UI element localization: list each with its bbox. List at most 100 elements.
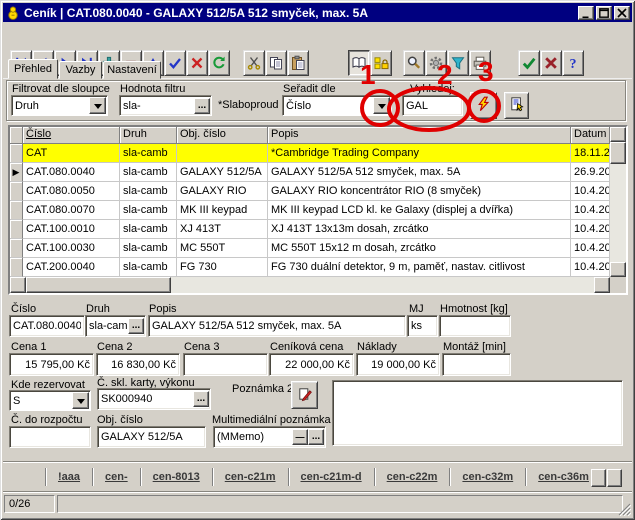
bottom-link[interactable]: cen-c22m — [387, 471, 438, 483]
table-row[interactable]: CAT.080.0050sla-cambGALAXY RIOGALAXY RIO… — [10, 182, 610, 201]
row-marker — [10, 144, 23, 163]
cell-obj: GALAXY 512/5A — [177, 163, 268, 182]
copy-button[interactable] — [265, 50, 287, 76]
row-marker: ▶ — [10, 163, 23, 182]
bottom-link[interactable]: !aaa — [58, 471, 80, 483]
mmemo-clear-button[interactable] — [292, 429, 308, 445]
cena1-field[interactable] — [9, 353, 94, 376]
horizontal-scrollbar[interactable] — [10, 277, 610, 293]
lightning-icon — [476, 96, 492, 115]
scroll-down-button[interactable] — [610, 262, 626, 277]
book-view-button[interactable] — [348, 50, 370, 76]
poznamka2-textarea[interactable] — [332, 380, 623, 446]
kde-rezervovat-combo[interactable]: S — [9, 390, 91, 411]
hmotnost-label: Hmotnost [kg] — [440, 303, 508, 315]
cenikova-cena-field[interactable] — [269, 353, 354, 376]
cena3-field[interactable] — [183, 353, 268, 376]
scroll-right-button[interactable] — [594, 277, 610, 293]
title-bar[interactable]: Ceník | CAT.080.0040 - GALAXY 512/5A 512… — [3, 3, 632, 22]
cell-datum: 10.4.20 — [571, 220, 610, 239]
skl-karty-field[interactable]: SK000940 — [97, 388, 211, 410]
filter-value-ellipsis-button[interactable] — [194, 98, 210, 114]
druh-field[interactable]: sla-camb — [85, 315, 146, 337]
grid-body: CATsla-camb*Cambridge Trading Company18.… — [10, 144, 610, 277]
cell-popis: MK III keypad LCD kl. ke Galaxy (displej… — [268, 201, 571, 220]
grid-column-header[interactable]: Datum — [571, 127, 610, 144]
tab-vazby[interactable]: Vazby — [59, 61, 102, 79]
filter-column-dropdown-button[interactable] — [89, 97, 106, 114]
sort-dropdown-button[interactable] — [373, 97, 390, 114]
popis-field[interactable] — [148, 315, 406, 337]
cena2-field[interactable] — [96, 353, 180, 376]
grid-column-header[interactable]: Druh — [120, 127, 177, 144]
minimize-button[interactable] — [578, 6, 594, 20]
close-cancel-button[interactable] — [540, 50, 562, 76]
bottom-link[interactable]: cen-c36m — [538, 471, 589, 483]
print-button[interactable] — [469, 50, 491, 76]
post-edit-button[interactable] — [164, 50, 186, 76]
grid-column-header[interactable]: Popis — [268, 127, 571, 144]
table-row[interactable]: CAT.080.0070sla-cambMK III keypadMK III … — [10, 201, 610, 220]
scroll-left-button[interactable] — [10, 277, 26, 293]
table-row[interactable]: CAT.200.0040sla-cambFG 730FG 730 duální … — [10, 258, 610, 277]
tab-prehled[interactable]: Přehled — [8, 59, 58, 79]
table-row[interactable]: ▶CAT.080.0040sla-cambGALAXY 512/5AGALAXY… — [10, 163, 610, 182]
maximize-button[interactable] — [596, 6, 612, 20]
filter-value-field[interactable]: sla- — [119, 95, 212, 116]
vertical-scrollbar[interactable] — [610, 127, 626, 277]
execute-search-button[interactable] — [470, 92, 497, 119]
obj-cislo-field[interactable] — [97, 426, 206, 448]
tab-nastaveni[interactable]: Nastavení — [103, 61, 161, 79]
table-row[interactable]: CAT.100.0030sla-cambMC 550TMC 550T 15x12… — [10, 239, 610, 258]
hmotnost-field[interactable] — [439, 315, 511, 337]
cancel-edit-button[interactable] — [186, 50, 208, 76]
search-button[interactable] — [403, 50, 425, 76]
grid-column-header[interactable]: Obj. číslo — [177, 127, 268, 144]
links-scroll-left-button[interactable] — [591, 469, 606, 487]
paste-icon — [290, 55, 306, 71]
kde-rezervovat-dropdown-button[interactable] — [72, 392, 89, 409]
bottom-link[interactable]: cen- — [105, 471, 128, 483]
close-button[interactable] — [614, 6, 630, 20]
rozpocet-field[interactable] — [9, 426, 91, 448]
settings-button[interactable] — [425, 50, 447, 76]
vertical-scroll-thumb[interactable] — [610, 142, 626, 164]
sort-combo[interactable]: Číslo — [282, 95, 392, 116]
bottom-link[interactable]: cen-c32m — [462, 471, 513, 483]
confirm-button[interactable] — [518, 50, 540, 76]
filter-button[interactable] — [447, 50, 469, 76]
resize-grip[interactable] — [618, 503, 631, 516]
help-button[interactable]: ? — [562, 50, 584, 76]
bottom-link[interactable]: cen-c21m — [225, 471, 276, 483]
mmemo-field[interactable]: (MMemo) — [213, 426, 326, 448]
skl-karty-ellipsis-button[interactable] — [193, 391, 209, 407]
mmemo-ellipsis-button[interactable] — [308, 429, 324, 445]
scroll-up-button[interactable] — [610, 127, 626, 142]
table-row[interactable]: CAT.100.0010sla-cambXJ 413TXJ 413T 13x13… — [10, 220, 610, 239]
cell-obj: GALAXY RIO — [177, 182, 268, 201]
filter-column-label: Filtrovat dle sloupce — [12, 83, 110, 95]
bottom-link[interactable]: cen-8013 — [153, 471, 200, 483]
grid-column-header[interactable]: Číslo — [23, 127, 120, 144]
note-edit-icon — [297, 386, 313, 405]
montaz-field[interactable] — [442, 353, 511, 376]
druh-ellipsis-button[interactable] — [128, 318, 144, 334]
report-button[interactable] — [504, 92, 529, 119]
horizontal-scroll-thumb[interactable] — [26, 277, 171, 293]
search-input[interactable] — [402, 95, 463, 116]
bottom-link[interactable]: cen-c21m-d — [301, 471, 362, 483]
reservations-lock-button[interactable] — [370, 50, 392, 76]
links-scroll-right-button[interactable] — [607, 469, 622, 487]
filter-column-combo[interactable]: Druh — [11, 95, 108, 116]
cell-popis: XJ 413T 13x13m dosah, zrcátko — [268, 220, 571, 239]
table-row[interactable]: CATsla-camb*Cambridge Trading Company18.… — [10, 144, 610, 163]
cell-popis: FG 730 duální detektor, 9 m, paměť, nast… — [268, 258, 571, 277]
naklady-field[interactable] — [356, 353, 440, 376]
cislo-field[interactable] — [9, 315, 85, 337]
naklady-label: Náklady — [357, 341, 397, 353]
refresh-button[interactable] — [208, 50, 230, 76]
cut-button[interactable] — [243, 50, 265, 76]
poznamka2-edit-button[interactable] — [291, 381, 318, 409]
paste-button[interactable] — [287, 50, 309, 76]
mj-field[interactable] — [407, 315, 438, 337]
